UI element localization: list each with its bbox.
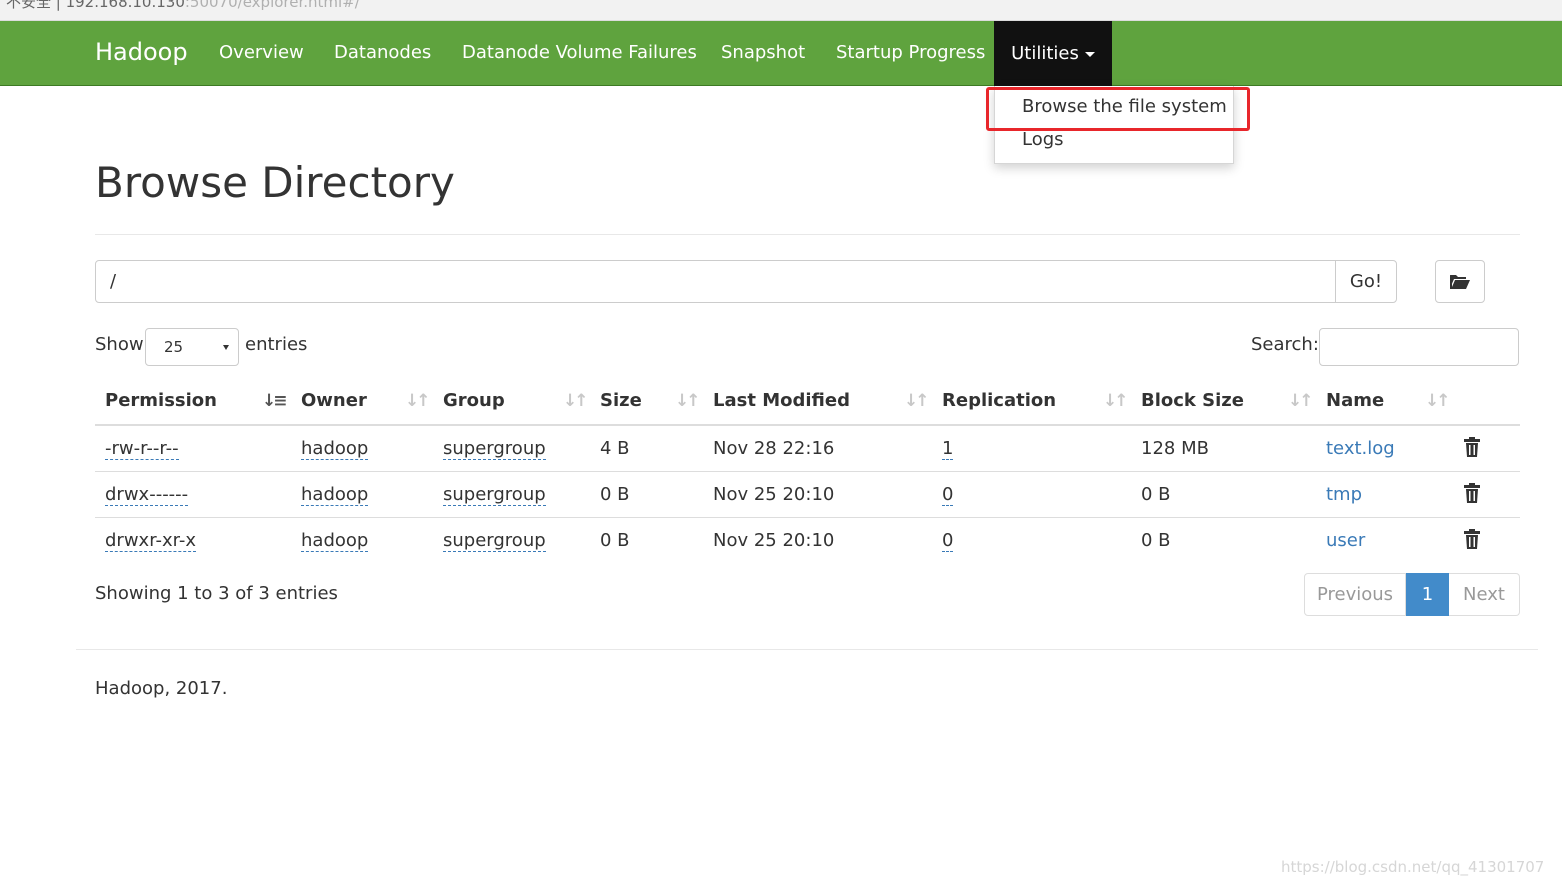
- nav-startup-progress[interactable]: Startup Progress: [836, 42, 985, 63]
- directory-path-input[interactable]: [95, 260, 1337, 303]
- column-header-permission[interactable]: Permission: [105, 390, 217, 411]
- nav-datanode-volume-failures[interactable]: Datanode Volume Failures: [462, 42, 697, 63]
- create-directory-button[interactable]: [1435, 260, 1485, 303]
- search-input[interactable]: [1319, 328, 1519, 366]
- sort-icon[interactable]: ↓↑: [675, 391, 700, 411]
- owner-cell[interactable]: hadoop: [301, 438, 369, 460]
- column-header-block-size[interactable]: Block Size: [1141, 390, 1244, 411]
- nav-utilities-label: Utilities: [1011, 43, 1079, 64]
- permission-cell[interactable]: drwxr-xr-x: [105, 530, 196, 552]
- column-header-size[interactable]: Size: [600, 390, 642, 411]
- row-divider: [95, 517, 1520, 518]
- trash-icon[interactable]: [1464, 529, 1480, 549]
- file-name-link[interactable]: text.log: [1326, 438, 1395, 459]
- sort-icon[interactable]: ↓↑: [563, 391, 588, 411]
- watermark-text: https://blog.csdn.net/qq_41301707: [1281, 858, 1545, 876]
- permission-cell[interactable]: drwx------: [105, 484, 189, 506]
- last-modified-cell: Nov 25 20:10: [713, 530, 835, 551]
- entries-per-page-select[interactable]: 25: [145, 328, 239, 366]
- footer-copyright: Hadoop, 2017.: [95, 678, 228, 699]
- page-1-button[interactable]: 1: [1406, 573, 1449, 616]
- nav-datanodes[interactable]: Datanodes: [334, 42, 431, 63]
- go-button[interactable]: Go!: [1335, 260, 1397, 303]
- sort-icon[interactable]: ↓↑: [904, 391, 929, 411]
- trash-icon[interactable]: [1464, 483, 1480, 503]
- directory-name-link[interactable]: tmp: [1326, 484, 1362, 505]
- group-cell[interactable]: supergroup: [443, 484, 546, 506]
- column-header-replication[interactable]: Replication: [942, 390, 1056, 411]
- size-cell: 0 B: [600, 530, 630, 551]
- block-size-cell: 0 B: [1141, 530, 1171, 551]
- page-title: Browse Directory: [95, 158, 455, 207]
- owner-cell[interactable]: hadoop: [301, 530, 369, 552]
- replication-cell[interactable]: 0: [942, 530, 954, 552]
- divider: [95, 234, 1520, 235]
- brand-link[interactable]: Hadoop: [95, 38, 188, 66]
- column-header-owner[interactable]: Owner: [301, 390, 367, 411]
- block-size-cell: 128 MB: [1141, 438, 1209, 459]
- table-info: Showing 1 to 3 of 3 entries: [95, 583, 338, 604]
- last-modified-cell: Nov 28 22:16: [713, 438, 835, 459]
- url-text: 不安全 | 192.168.10.130: [6, 0, 185, 11]
- group-cell[interactable]: supergroup: [443, 438, 546, 460]
- search-label: Search:: [1251, 334, 1319, 355]
- owner-cell[interactable]: hadoop: [301, 484, 369, 506]
- show-label: Show: [95, 334, 144, 355]
- nav-overview[interactable]: Overview: [219, 42, 304, 63]
- entries-label: entries: [245, 334, 308, 355]
- nav-utilities[interactable]: Utilities: [994, 21, 1112, 86]
- footer-divider: [76, 649, 1538, 650]
- column-header-last-modified[interactable]: Last Modified: [713, 390, 850, 411]
- caret-down-icon: [1084, 52, 1095, 57]
- browser-url-bar[interactable]: 不安全 | 192.168.10.130:50070/explorer.html…: [0, 0, 1562, 21]
- column-header-name[interactable]: Name: [1326, 390, 1384, 411]
- replication-cell[interactable]: 0: [942, 484, 954, 506]
- block-size-cell: 0 B: [1141, 484, 1171, 505]
- directory-name-link[interactable]: user: [1326, 530, 1365, 551]
- permission-cell[interactable]: -rw-r--r--: [105, 438, 179, 460]
- entries-select-value: 25: [164, 338, 184, 356]
- next-page-button[interactable]: Next: [1449, 573, 1520, 616]
- trash-icon[interactable]: [1464, 437, 1480, 457]
- sort-icon[interactable]: ↓↑: [405, 391, 430, 411]
- previous-page-button[interactable]: Previous: [1304, 573, 1406, 616]
- pagination: Previous 1 Next: [1304, 573, 1520, 616]
- url-path-text: :50070/explorer.html#/: [184, 0, 360, 11]
- last-modified-cell: Nov 25 20:10: [713, 484, 835, 505]
- nav-snapshot[interactable]: Snapshot: [721, 42, 805, 63]
- sort-icon[interactable]: ↓↑: [1103, 391, 1128, 411]
- row-divider: [95, 471, 1520, 472]
- sort-asc-icon[interactable]: ↓≡: [262, 391, 287, 411]
- menu-item-logs[interactable]: Logs: [1022, 129, 1064, 150]
- table-header-divider: [95, 424, 1520, 426]
- folder-open-icon: [1450, 274, 1470, 289]
- sort-icon[interactable]: ↓↑: [1425, 391, 1450, 411]
- size-cell: 4 B: [600, 438, 630, 459]
- column-header-group[interactable]: Group: [443, 390, 505, 411]
- select-arrow-icon: [223, 345, 229, 350]
- replication-cell[interactable]: 1: [942, 438, 954, 460]
- group-cell[interactable]: supergroup: [443, 530, 546, 552]
- size-cell: 0 B: [600, 484, 630, 505]
- sort-icon[interactable]: ↓↑: [1288, 391, 1313, 411]
- highlight-annotation-box: [986, 87, 1250, 131]
- navbar: Hadoop Overview Datanodes Datanode Volum…: [0, 21, 1562, 86]
